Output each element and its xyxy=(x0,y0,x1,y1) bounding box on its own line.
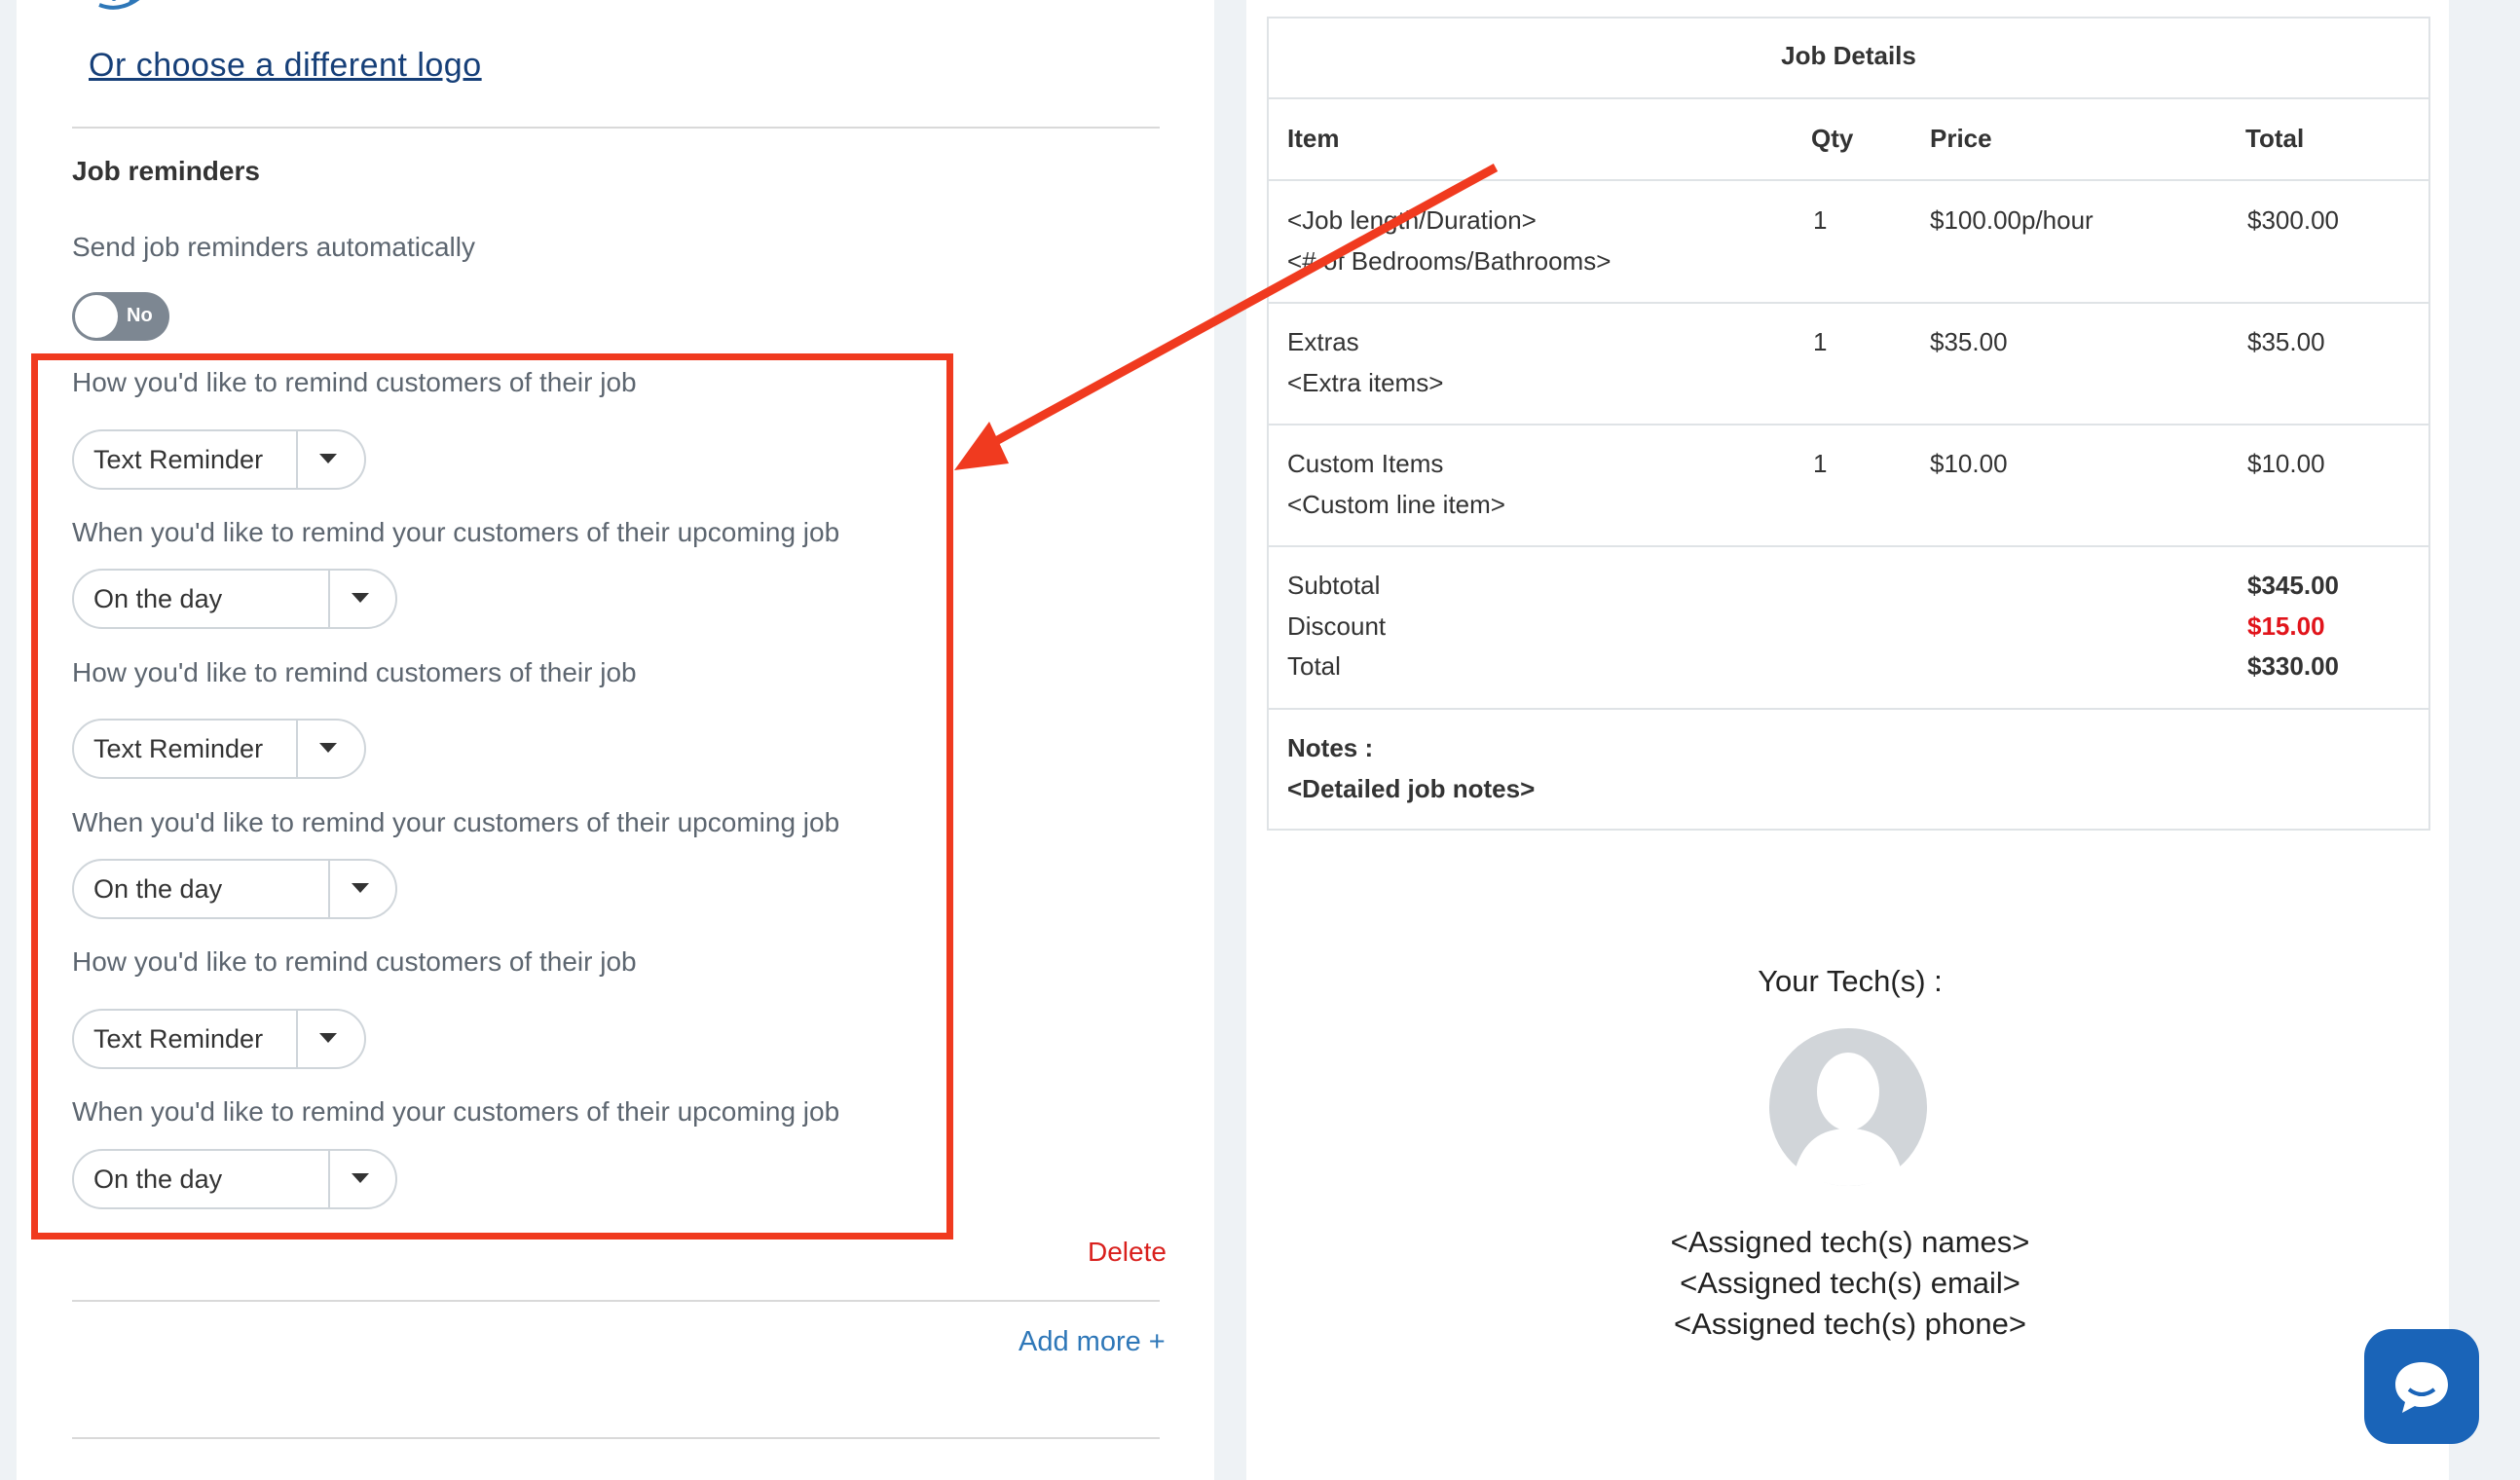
reminder-method-label: How you'd like to remind customers of th… xyxy=(72,657,637,687)
section-title: Job reminders xyxy=(72,156,260,186)
auto-reminder-label: Send job reminders automatically xyxy=(72,232,475,262)
reminder-timing-label: When you'd like to remind your customers… xyxy=(72,1096,840,1127)
chevron-down-icon xyxy=(319,1033,337,1043)
chevron-down-icon xyxy=(352,593,369,603)
chevron-down-icon xyxy=(352,883,369,893)
choose-logo-link[interactable]: Or choose a different logo xyxy=(89,47,482,85)
discount-label: Discount xyxy=(1287,611,1387,641)
notes-value: <Detailed job notes> xyxy=(1287,774,1536,803)
header-item: Item xyxy=(1287,124,1340,153)
row-qty: 1 xyxy=(1813,449,1828,478)
chevron-down-icon xyxy=(319,743,337,753)
discount-value: $15.00 xyxy=(2247,611,2325,641)
row-total: $10.00 xyxy=(2247,449,2325,478)
chat-button[interactable] xyxy=(2364,1329,2479,1444)
reminder-timing-label: When you'd like to remind your customers… xyxy=(72,807,840,837)
row-price: $100.00p/hour xyxy=(1930,205,2094,235)
reminder-method-select[interactable]: Text Reminder xyxy=(72,429,366,490)
chat-icon xyxy=(2395,1362,2448,1413)
reminder-timing-select[interactable]: On the day xyxy=(72,1149,397,1209)
select-value: On the day xyxy=(93,584,223,613)
techs-title: Your Tech(s) : xyxy=(1758,964,1943,998)
row-item-line2: <Custom line item> xyxy=(1287,490,1505,519)
total-value: $330.00 xyxy=(2247,651,2339,681)
table-title: Job Details xyxy=(1781,41,1916,70)
reminder-timing-select[interactable]: On the day xyxy=(72,859,397,919)
tech-phone: <Assigned tech(s) phone> xyxy=(1674,1307,2026,1341)
total-label: Total xyxy=(1287,651,1341,681)
row-total: $300.00 xyxy=(2247,205,2339,235)
toggle-label: No xyxy=(127,305,153,326)
header-total: Total xyxy=(2245,124,2305,153)
select-value: Text Reminder xyxy=(93,445,264,474)
row-item-line2: <# of Bedrooms/Bathrooms> xyxy=(1287,246,1612,276)
row-price: $10.00 xyxy=(1930,449,2008,478)
row-item-line1: <Job length/Duration> xyxy=(1287,205,1537,235)
chevron-down-icon xyxy=(352,1173,369,1183)
row-item-line2: <Extra items> xyxy=(1287,368,1444,397)
subtotal-label: Subtotal xyxy=(1287,571,1381,600)
reminder-method-label: How you'd like to remind customers of th… xyxy=(72,367,637,397)
auto-reminder-toggle[interactable]: No xyxy=(72,292,169,341)
row-qty: 1 xyxy=(1813,205,1828,235)
add-more-link[interactable]: Add more + xyxy=(1019,1326,1166,1358)
row-item-line1: Custom Items xyxy=(1287,449,1444,478)
chevron-down-icon xyxy=(319,454,337,463)
select-value: On the day xyxy=(93,874,223,904)
header-qty: Qty xyxy=(1811,124,1854,153)
reminder-method-select[interactable]: Text Reminder xyxy=(72,719,366,779)
reminder-timing-label: When you'd like to remind your customers… xyxy=(72,517,840,547)
divider xyxy=(72,1300,1160,1302)
select-value: Text Reminder xyxy=(93,734,264,763)
toggle-knob xyxy=(75,295,118,338)
select-value: Text Reminder xyxy=(93,1024,264,1054)
notes-label: Notes : xyxy=(1287,733,1374,762)
row-total: $35.00 xyxy=(2247,327,2325,356)
tech-email: <Assigned tech(s) email> xyxy=(1680,1266,2020,1300)
delete-link[interactable]: Delete xyxy=(1088,1237,1167,1268)
select-value: On the day xyxy=(93,1165,223,1194)
tech-names: <Assigned tech(s) names> xyxy=(1670,1225,2030,1259)
row-qty: 1 xyxy=(1813,327,1828,356)
logo-mark-icon xyxy=(98,0,140,10)
reminder-method-select[interactable]: Text Reminder xyxy=(72,1009,366,1069)
reminder-method-label: How you'd like to remind customers of th… xyxy=(72,946,637,977)
header-price: Price xyxy=(1930,124,1992,153)
divider xyxy=(72,127,1160,129)
divider xyxy=(72,1437,1160,1439)
subtotal-value: $345.00 xyxy=(2247,571,2339,600)
avatar-icon xyxy=(1769,1028,1927,1186)
row-price: $35.00 xyxy=(1930,327,2008,356)
row-item-line1: Extras xyxy=(1287,327,1359,356)
reminder-timing-select[interactable]: On the day xyxy=(72,569,397,629)
